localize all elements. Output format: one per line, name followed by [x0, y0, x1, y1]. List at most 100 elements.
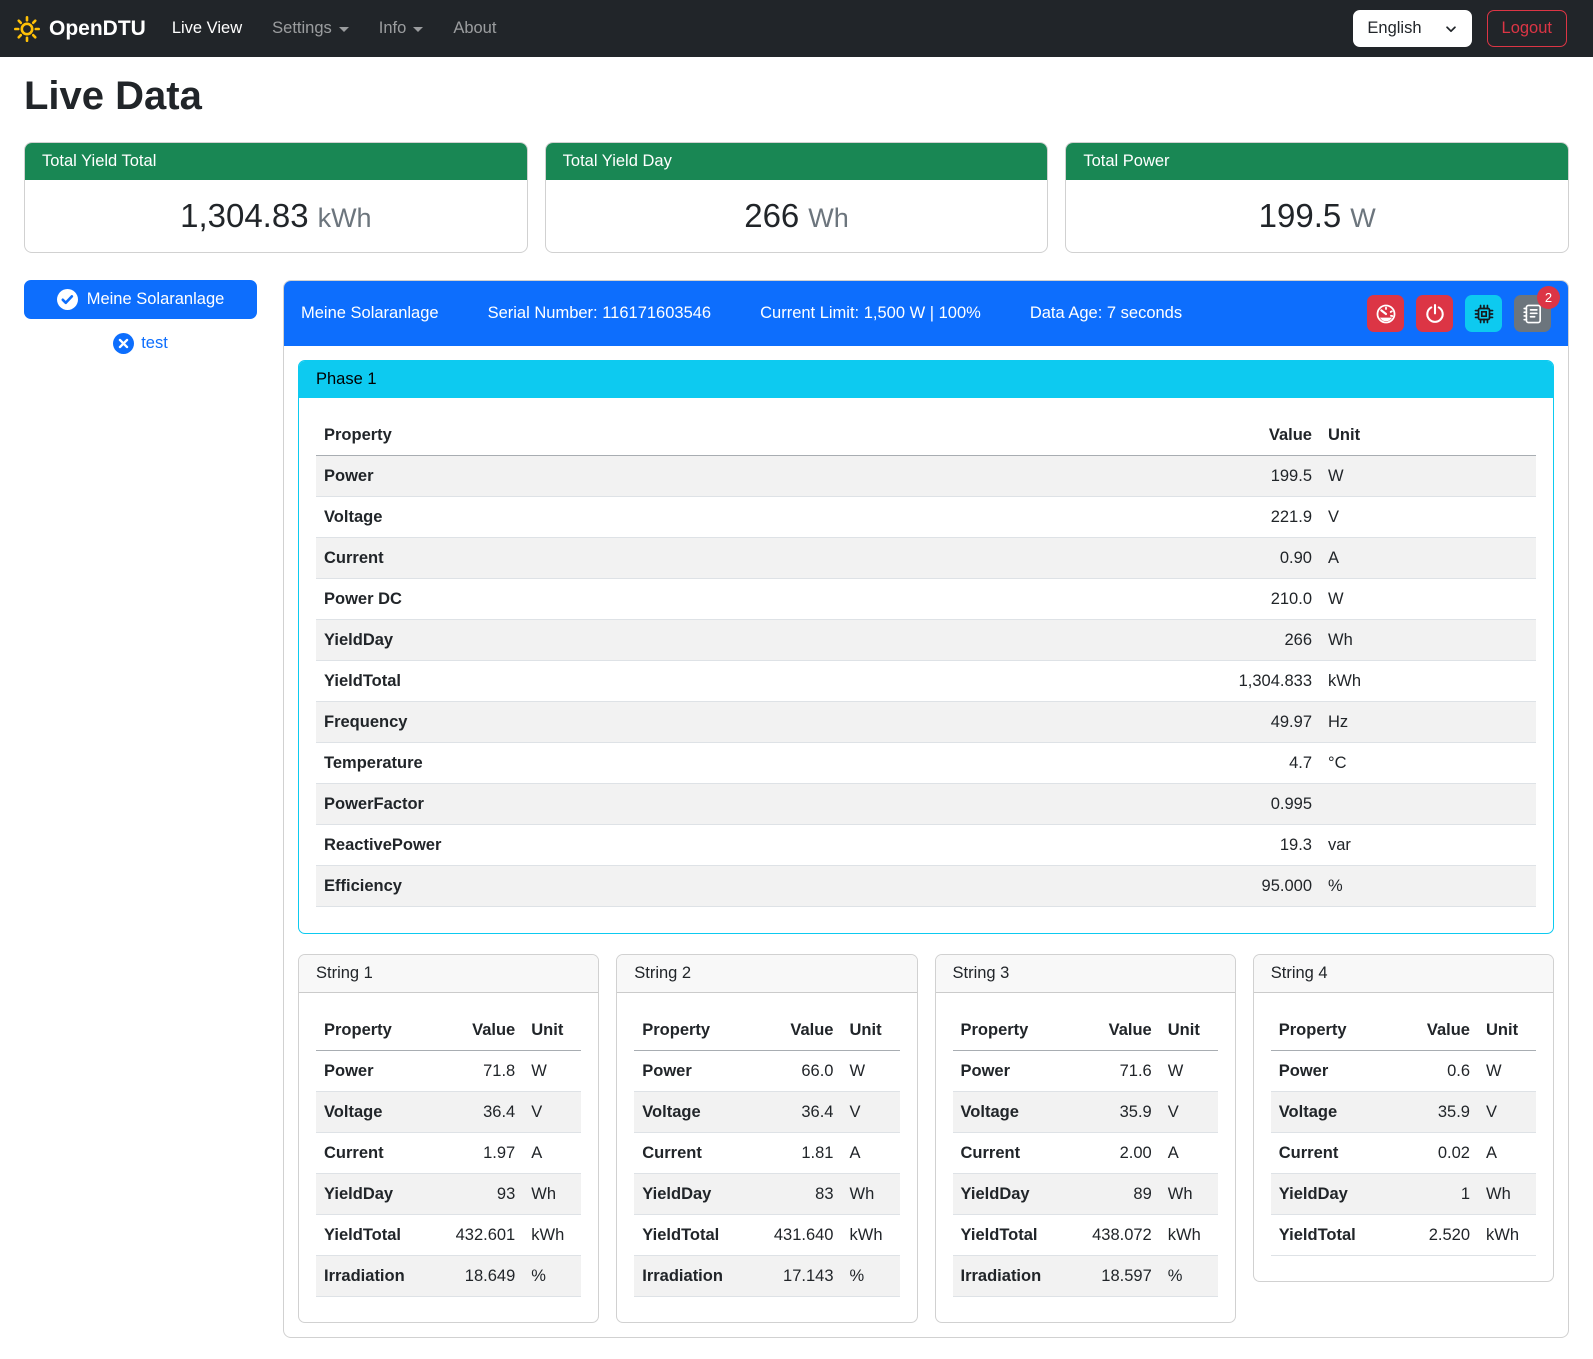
value-cell: 1.81	[747, 1133, 842, 1174]
unit-cell: A	[842, 1133, 900, 1174]
column-value: Value	[1170, 415, 1320, 456]
unit-cell: A	[1160, 1133, 1218, 1174]
table-header-row: Property Value Unit	[1271, 1010, 1536, 1051]
property-cell: Voltage	[316, 1092, 428, 1133]
unit-cell: %	[523, 1256, 581, 1297]
property-cell: YieldTotal	[316, 661, 1170, 702]
column-unit: Unit	[842, 1010, 900, 1051]
table-row: Power66.0W	[634, 1051, 899, 1092]
property-cell: Current	[316, 1133, 428, 1174]
column-value: Value	[428, 1010, 523, 1051]
value-cell: 2.520	[1383, 1215, 1478, 1256]
inverter-list: Meine Solaranlage test	[24, 280, 257, 354]
nav-item-settings[interactable]: Settings	[272, 19, 349, 38]
card-value: 199.5	[1259, 197, 1342, 234]
limit-settings-button[interactable]	[1367, 295, 1404, 332]
property-cell: YieldDay	[1271, 1174, 1383, 1215]
card-title: Total Yield Day	[546, 143, 1048, 180]
inverter-select-label: Meine Solaranlage	[87, 290, 225, 309]
property-cell: Power	[634, 1051, 746, 1092]
column-unit: Unit	[1478, 1010, 1536, 1051]
table-row: YieldTotal1,304.833kWh	[316, 661, 1536, 702]
value-cell: 199.5	[1170, 456, 1320, 497]
power-icon	[1424, 303, 1446, 325]
unit-cell: W	[842, 1051, 900, 1092]
value-cell: 95.000	[1170, 866, 1320, 907]
gauge-icon	[1375, 303, 1397, 325]
table-row: Voltage36.4V	[316, 1092, 581, 1133]
device-info-button[interactable]	[1465, 295, 1502, 332]
property-cell: YieldTotal	[316, 1215, 428, 1256]
value-cell: 18.597	[1065, 1256, 1160, 1297]
value-cell: 432.601	[428, 1215, 523, 1256]
phase-body: Property Value Unit Power199.5WVoltage22…	[299, 398, 1553, 933]
unit-cell: V	[1160, 1092, 1218, 1133]
table-row: Voltage221.9V	[316, 497, 1536, 538]
string-title: String 1	[299, 955, 598, 993]
value-cell: 0.02	[1383, 1133, 1478, 1174]
inverter-select-button[interactable]: Meine Solaranlage	[24, 280, 257, 319]
value-cell: 36.4	[428, 1092, 523, 1133]
string-card-3: String 3 Property Value Unit	[935, 954, 1236, 1323]
property-cell: Voltage	[634, 1092, 746, 1133]
brand[interactable]: OpenDTU	[14, 16, 146, 42]
nav-item-label: About	[453, 19, 496, 38]
page-title: Live Data	[24, 74, 1569, 119]
event-count-badge: 2	[1537, 286, 1560, 309]
string-title: String 4	[1254, 955, 1553, 993]
value-cell: 18.649	[428, 1256, 523, 1297]
card-body: 199.5W	[1066, 180, 1568, 252]
nav-links: Live View Settings Info About	[172, 19, 1354, 38]
language-select[interactable]: English	[1353, 10, 1471, 47]
summary-cards: Total Yield Total 1,304.83kWh Total Yiel…	[24, 142, 1569, 253]
value-cell: 93	[428, 1174, 523, 1215]
column-property: Property	[634, 1010, 746, 1051]
table-row: Frequency49.97Hz	[316, 702, 1536, 743]
logout-button[interactable]: Logout	[1487, 10, 1567, 47]
table-row: Irradiation17.143%	[634, 1256, 899, 1297]
property-cell: Current	[953, 1133, 1065, 1174]
card-total-power: Total Power 199.5W	[1065, 142, 1569, 253]
inverter-name: Meine Solaranlage	[301, 304, 439, 323]
value-cell: 1	[1383, 1174, 1478, 1215]
nav-item-about[interactable]: About	[453, 19, 496, 38]
property-cell: Irradiation	[953, 1256, 1065, 1297]
table-row: Power199.5W	[316, 456, 1536, 497]
unit-cell: Wh	[523, 1174, 581, 1215]
power-button[interactable]	[1416, 295, 1453, 332]
property-cell: Power	[953, 1051, 1065, 1092]
caret-down-icon	[413, 27, 423, 32]
unit-cell: W	[1320, 579, 1536, 620]
table-row: Voltage35.9V	[953, 1092, 1218, 1133]
unit-cell: Wh	[1320, 620, 1536, 661]
string-table: Property Value Unit Power71.6WVoltage35.…	[953, 1010, 1218, 1297]
brand-label: OpenDTU	[49, 17, 146, 41]
property-cell: YieldDay	[316, 1174, 428, 1215]
property-cell: Irradiation	[316, 1256, 428, 1297]
unit-cell: kWh	[523, 1215, 581, 1256]
unit-cell: V	[1320, 497, 1536, 538]
value-cell: 83	[747, 1174, 842, 1215]
table-row: Power71.6W	[953, 1051, 1218, 1092]
table-row: PowerFactor0.995	[316, 784, 1536, 825]
inverter-panel-header: Meine Solaranlage Serial Number: 1161716…	[284, 281, 1568, 346]
language-value: English	[1367, 19, 1421, 38]
unit-cell: °C	[1320, 743, 1536, 784]
value-cell: 35.9	[1065, 1092, 1160, 1133]
value-cell: 19.3	[1170, 825, 1320, 866]
value-cell: 431.640	[747, 1215, 842, 1256]
table-row: Current2.00A	[953, 1133, 1218, 1174]
x-circle-icon	[113, 333, 134, 354]
value-cell: 438.072	[1065, 1215, 1160, 1256]
column-property: Property	[1271, 1010, 1383, 1051]
table-row: Current0.02A	[1271, 1133, 1536, 1174]
unit-cell: W	[523, 1051, 581, 1092]
event-log-button[interactable]: 2	[1514, 295, 1551, 332]
card-value: 266	[744, 197, 799, 234]
nav-item-info[interactable]: Info	[379, 19, 424, 38]
inverter-item-test[interactable]: test	[24, 333, 257, 354]
nav-item-live-view[interactable]: Live View	[172, 19, 242, 38]
inverter-limit: Current Limit: 1,500 W | 100%	[760, 304, 981, 323]
property-cell: PowerFactor	[316, 784, 1170, 825]
nav-item-label: Info	[379, 19, 407, 38]
